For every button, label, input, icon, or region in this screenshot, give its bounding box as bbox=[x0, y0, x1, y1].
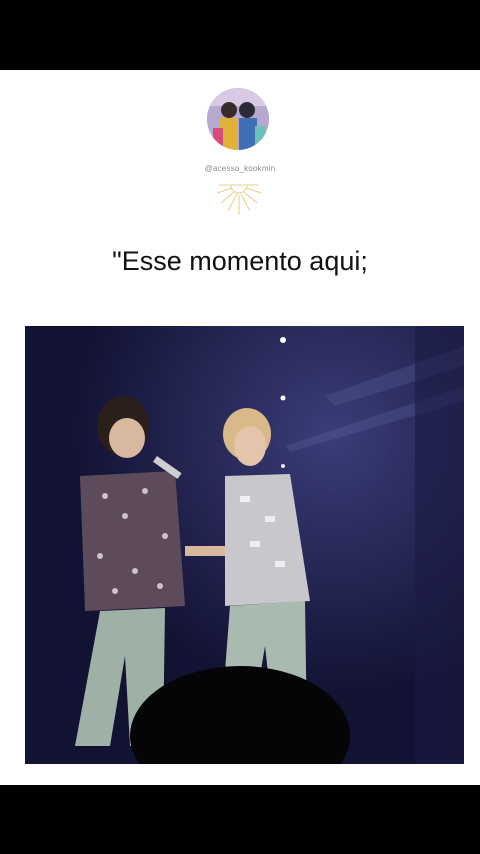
post-caption: "Esse momento aqui; bbox=[112, 246, 368, 276]
video-still bbox=[25, 326, 464, 764]
post-card: @acesso_kookmin "Esse momento aqui; bbox=[0, 70, 480, 785]
video-frame[interactable] bbox=[25, 326, 464, 764]
profile-handle[interactable]: @acesso_kookmin bbox=[0, 164, 480, 173]
sun-icon bbox=[216, 184, 262, 215]
avatar-image bbox=[207, 88, 269, 150]
avatar[interactable] bbox=[207, 88, 269, 150]
